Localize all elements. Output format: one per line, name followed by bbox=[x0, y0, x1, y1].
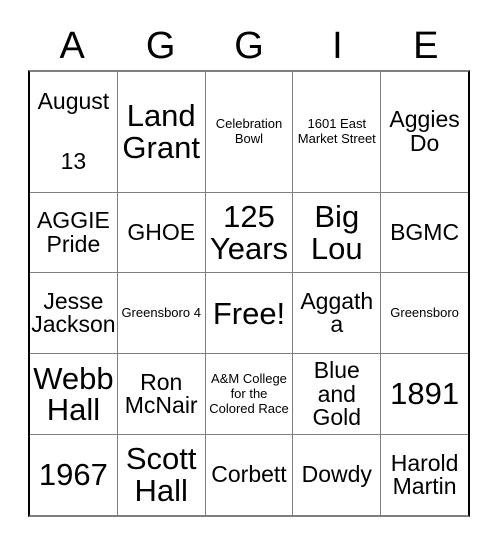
bingo-cell-label: Blue and Gold bbox=[312, 357, 362, 430]
bingo-row: August 13 Land Grant Celebration Bowl 16… bbox=[30, 72, 468, 193]
bingo-grid: August 13 Land Grant Celebration Bowl 16… bbox=[28, 70, 470, 517]
bingo-cell-4-1[interactable]: Scott Hall bbox=[118, 435, 206, 516]
bingo-cell-4-3[interactable]: Dowdy bbox=[293, 435, 382, 516]
bingo-cell-label: Aggies Do bbox=[389, 106, 460, 156]
bingo-cell-label: 1601 East Market Street bbox=[297, 115, 376, 146]
bingo-cell-label: Corbett bbox=[211, 461, 287, 488]
bingo-cell-label: 1967 bbox=[38, 457, 108, 493]
bingo-cell-free-space[interactable]: Free! bbox=[206, 273, 294, 354]
bingo-cell-3-4[interactable]: 1891 bbox=[381, 354, 468, 434]
bingo-cell-1-0[interactable]: AGGIE Pride bbox=[30, 192, 118, 273]
bingo-cell-label: 1891 bbox=[390, 376, 460, 412]
bingo-cell-2-0[interactable]: Jesse Jackson bbox=[30, 273, 118, 354]
bingo-cell-1-2[interactable]: 125 Years bbox=[206, 192, 294, 273]
bingo-cell-label: Greensboro bbox=[390, 304, 459, 320]
bingo-cell-label: Aggatha bbox=[300, 287, 374, 338]
bingo-cell-2-1[interactable]: Greensboro 4 bbox=[118, 273, 206, 354]
header-letter-0: A bbox=[59, 25, 85, 67]
bingo-card: A G G I E August 13 Land Grant Celebrati… bbox=[0, 0, 500, 544]
header-letter-2: G bbox=[234, 25, 264, 67]
bingo-cell-label: Land Grant bbox=[122, 98, 200, 165]
bingo-cell-label: Webb Hall bbox=[33, 360, 114, 428]
bingo-row: 1967 Scott Hall Corbett Dowdy Harold Mar… bbox=[30, 435, 468, 516]
bingo-cell-0-4[interactable]: Aggies Do bbox=[381, 72, 468, 192]
bingo-header: A G G I E bbox=[28, 22, 470, 70]
bingo-cell-2-4[interactable]: Greensboro bbox=[381, 273, 468, 353]
bingo-cell-0-3[interactable]: 1601 East Market Street bbox=[293, 72, 382, 192]
bingo-cell-3-3[interactable]: Blue and Gold bbox=[293, 354, 382, 435]
bingo-cell-1-1[interactable]: GHOE bbox=[118, 192, 206, 273]
bingo-cell-4-2[interactable]: Corbett bbox=[206, 435, 294, 516]
bingo-cell-label: AGGIE Pride bbox=[36, 207, 110, 257]
bingo-row: Jesse Jackson Greensboro 4 Free! Aggatha… bbox=[30, 273, 468, 355]
bingo-row: AGGIE Pride GHOE 125 Years Big Lou BGMC bbox=[30, 192, 468, 274]
bingo-row: Webb Hall Ron McNair A&M College for the… bbox=[30, 354, 468, 436]
bingo-cell-label: Ron McNair bbox=[124, 368, 198, 419]
bingo-cell-label: Scott Hall bbox=[125, 441, 197, 509]
header-letter-1: G bbox=[145, 25, 176, 67]
bingo-cell-3-1[interactable]: Ron McNair bbox=[118, 354, 206, 435]
header-letter-3: I bbox=[332, 25, 343, 67]
bingo-cell-label: GHOE bbox=[127, 218, 196, 245]
bingo-cell-4-0[interactable]: 1967 bbox=[30, 435, 118, 516]
bingo-cell-label: Greensboro 4 bbox=[121, 304, 201, 320]
bingo-cell-label: Jesse Jackson bbox=[31, 287, 116, 338]
bingo-cell-3-0[interactable]: Webb Hall bbox=[30, 354, 118, 435]
bingo-cell-label: Big Lou bbox=[310, 198, 363, 266]
bingo-cell-label: BGMC bbox=[390, 218, 460, 245]
header-letter-4: E bbox=[413, 25, 439, 67]
bingo-cell-1-3[interactable]: Big Lou bbox=[293, 192, 382, 273]
bingo-cell-2-3[interactable]: Aggatha bbox=[293, 273, 382, 354]
bingo-cell-4-4[interactable]: Harold Martin bbox=[381, 435, 468, 515]
bingo-cell-label: Harold Martin bbox=[390, 449, 459, 500]
bingo-cell-label: A&M College for the Colored Race bbox=[209, 370, 289, 416]
bingo-cell-label: Dowdy bbox=[301, 461, 372, 488]
bingo-cell-label: 125 Years bbox=[209, 198, 289, 266]
free-space-label: Free! bbox=[212, 295, 286, 331]
bingo-cell-1-4[interactable]: BGMC bbox=[381, 193, 468, 273]
bingo-cell-3-2[interactable]: A&M College for the Colored Race bbox=[206, 354, 294, 435]
bingo-cell-0-1[interactable]: Land Grant bbox=[118, 72, 206, 192]
bingo-cell-0-0[interactable]: August 13 bbox=[30, 72, 118, 192]
bingo-cell-label: Celebration Bowl bbox=[215, 115, 283, 146]
bingo-cell-label: August 13 bbox=[37, 88, 110, 174]
bingo-cell-0-2[interactable]: Celebration Bowl bbox=[206, 72, 294, 192]
